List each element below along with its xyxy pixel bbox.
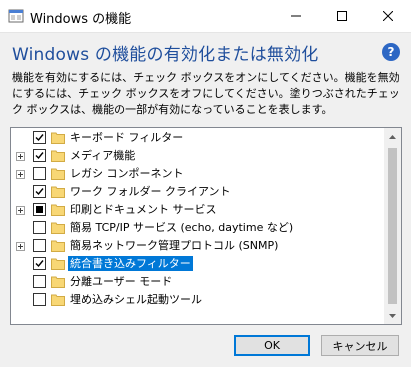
feature-label: キーボード フィルター — [70, 131, 184, 144]
feature-checkbox[interactable] — [33, 185, 46, 198]
folder-icon — [51, 204, 65, 216]
feature-checkbox[interactable] — [33, 293, 46, 306]
feature-label: 印刷とドキュメント サービス — [70, 203, 217, 216]
feature-checkbox[interactable] — [33, 167, 46, 180]
close-icon — [383, 11, 393, 21]
feature-row[interactable]: 分離ユーザー モード — [11, 273, 383, 291]
ok-button[interactable]: OK — [234, 335, 310, 356]
help-icon[interactable]: ? — [382, 43, 400, 61]
feature-row[interactable]: 埋め込みシェル起動ツール — [11, 291, 383, 309]
feature-label: 統合書き込みフィルター — [68, 256, 193, 271]
chevron-down-icon — [389, 313, 396, 318]
close-button[interactable] — [365, 0, 411, 32]
feature-checkbox[interactable] — [33, 221, 46, 234]
scroll-up-button[interactable] — [384, 128, 401, 145]
folder-icon — [51, 294, 65, 306]
expand-plus-icon[interactable] — [16, 242, 25, 251]
minimize-button[interactable] — [273, 0, 319, 32]
feature-label: 簡易ネットワーク管理プロトコル (SNMP) — [70, 239, 279, 252]
feature-label: レガシ コンポーネント — [70, 167, 184, 180]
feature-row[interactable]: メディア機能 — [11, 147, 383, 165]
folder-icon — [51, 240, 65, 252]
feature-row[interactable]: ワーク フォルダー クライアント — [11, 183, 383, 201]
chevron-up-icon — [389, 134, 396, 139]
scroll-thumb[interactable] — [388, 148, 397, 304]
window-title: Windows の機能 — [30, 12, 132, 27]
feature-checkbox[interactable] — [33, 203, 46, 216]
folder-icon — [51, 276, 65, 288]
feature-row[interactable]: 簡易 TCP/IP サービス (echo, daytime など) — [11, 219, 383, 237]
folder-icon — [51, 168, 65, 180]
dialog-heading: Windows の機能の有効化または無効化 — [12, 45, 319, 65]
feature-checkbox[interactable] — [33, 149, 46, 162]
maximize-icon — [337, 11, 347, 21]
features-tree[interactable]: キーボード フィルター メディア機能レガシ コンポーネントワーク フォルダー クラ… — [10, 127, 402, 325]
feature-checkbox[interactable] — [33, 275, 46, 288]
feature-row[interactable]: キーボード フィルター — [11, 129, 383, 147]
feature-row[interactable]: 印刷とドキュメント サービス — [11, 201, 383, 219]
title-bar: Windows の機能 — [0, 0, 411, 33]
folder-icon — [51, 258, 65, 270]
feature-label: 分離ユーザー モード — [70, 275, 173, 288]
feature-row[interactable]: 簡易ネットワーク管理プロトコル (SNMP) — [11, 237, 383, 255]
feature-label: 簡易 TCP/IP サービス (echo, daytime など) — [70, 221, 294, 234]
maximize-button[interactable] — [319, 0, 365, 32]
folder-icon — [51, 132, 65, 144]
dialog-description: 機能を有効にするには、チェック ボックスをオンにしてください。機能を無効にするに… — [12, 71, 400, 116]
scroll-down-button[interactable] — [384, 307, 401, 324]
minimize-icon — [291, 15, 301, 17]
feature-label: 埋め込みシェル起動ツール — [70, 293, 202, 306]
folder-icon — [51, 186, 65, 198]
folder-icon — [51, 222, 65, 234]
feature-checkbox[interactable] — [33, 257, 46, 270]
feature-label: ワーク フォルダー クライアント — [70, 185, 231, 198]
vertical-scrollbar[interactable] — [384, 128, 401, 324]
feature-label: メディア機能 — [70, 149, 136, 162]
expand-plus-icon[interactable] — [16, 206, 25, 215]
feature-checkbox[interactable] — [33, 239, 46, 252]
folder-icon — [51, 150, 65, 162]
expand-plus-icon[interactable] — [16, 152, 25, 161]
feature-checkbox[interactable] — [33, 131, 46, 144]
feature-row[interactable]: 統合書き込みフィルター — [11, 255, 383, 273]
expand-plus-icon[interactable] — [16, 170, 25, 179]
windows-features-icon — [8, 9, 24, 23]
feature-row[interactable]: レガシ コンポーネント — [11, 165, 383, 183]
cancel-button[interactable]: キャンセル — [321, 335, 399, 356]
